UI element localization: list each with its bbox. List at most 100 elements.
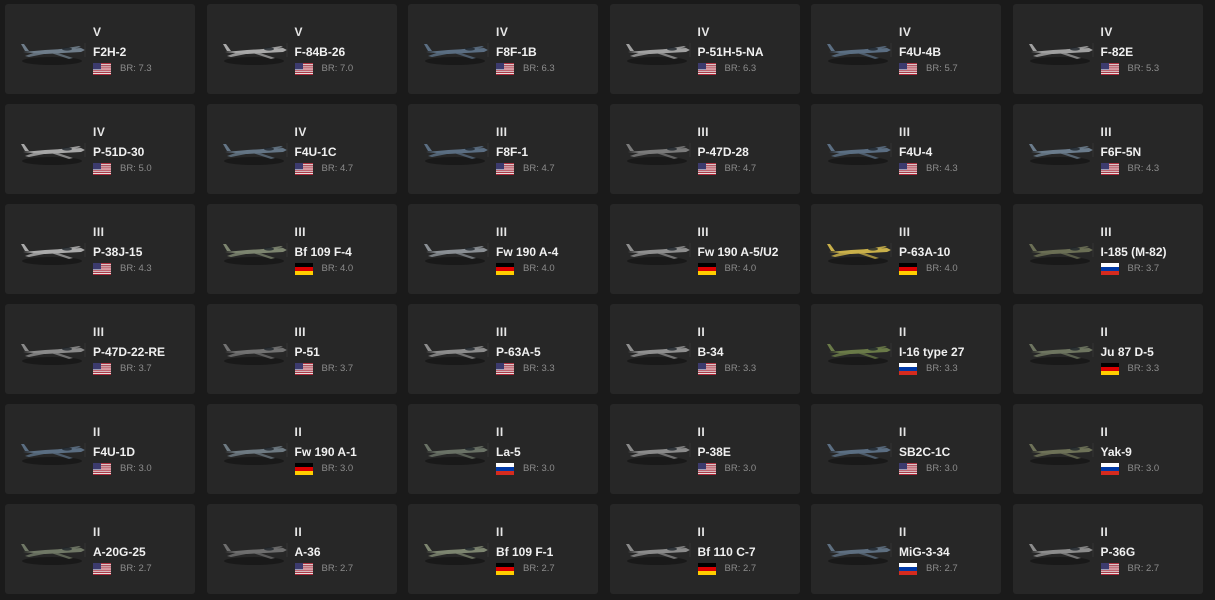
vehicle-card[interactable]: II P-36G BR: 2.7 <box>1012 504 1203 594</box>
aircraft-icon <box>418 530 492 570</box>
vehicle-name: I-16 type 27 <box>899 345 965 359</box>
vehicle-card[interactable]: II Yak-9 BR: 3.0 <box>1012 404 1203 494</box>
vehicle-rank: II <box>697 325 706 339</box>
vehicle-card[interactable]: II B-34 BR: 3.3 <box>609 304 800 394</box>
vehicle-name: A-20G-25 <box>93 545 146 559</box>
vehicle-card[interactable]: II La-5 BR: 3.0 <box>408 404 598 494</box>
vehicle-card[interactable]: III P-63A-10 BR: 4.0 <box>811 204 1001 294</box>
vehicle-card[interactable]: III Fw 190 A-4 BR: 4.0 <box>408 204 598 294</box>
usa-flag-icon <box>93 162 111 175</box>
vehicle-card[interactable]: III Bf 109 F-4 BR: 4.0 <box>206 204 397 294</box>
battle-rating: BR: 2.7 <box>926 563 958 574</box>
vehicle-card[interactable]: IV P-51D-30 BR: 5.0 <box>5 104 195 194</box>
vehicle-rank: III <box>294 325 307 339</box>
vehicle-rank: III <box>496 225 508 239</box>
vehicle-rank: III <box>899 125 911 139</box>
vehicle-name: F2H-2 <box>93 45 127 59</box>
battle-rating: BR: 5.0 <box>120 163 152 174</box>
vehicle-card[interactable]: III P-47D-28 BR: 4.7 <box>609 104 800 194</box>
aircraft-icon <box>217 30 291 70</box>
vehicle-rank: III <box>1100 125 1113 139</box>
vehicle-name: F4U-1D <box>93 445 136 459</box>
vehicle-rank: II <box>294 525 303 539</box>
vehicle-rank: III <box>1100 225 1113 239</box>
vehicle-card[interactable]: II Ju 87 D-5 BR: 3.3 <box>1012 304 1203 394</box>
aircraft-icon <box>418 430 492 470</box>
vehicle-name: F-82E <box>1100 45 1134 59</box>
vehicle-card[interactable]: III F6F-5N BR: 4.3 <box>1012 104 1203 194</box>
vehicle-card[interactable]: III I-185 (M-82) BR: 3.7 <box>1012 204 1203 294</box>
vehicle-rank: II <box>899 525 907 539</box>
aircraft-icon <box>15 430 89 470</box>
usa-flag-icon <box>93 462 111 475</box>
vehicle-card[interactable]: II Bf 109 F-1 BR: 2.7 <box>408 504 598 594</box>
usa-flag-icon <box>697 362 716 375</box>
aircraft-icon <box>821 30 895 70</box>
vehicle-card[interactable]: II Bf 110 C-7 BR: 2.7 <box>609 504 800 594</box>
vehicle-card[interactable]: II MiG-3-34 BR: 2.7 <box>811 504 1001 594</box>
battle-rating: BR: 5.7 <box>926 63 958 74</box>
aircraft-icon <box>15 30 89 70</box>
vehicle-rank: V <box>294 25 304 39</box>
usa-flag-icon <box>1100 62 1119 75</box>
vehicle-card[interactable]: III P-51 BR: 3.7 <box>206 304 397 394</box>
battle-rating: BR: 3.3 <box>926 363 958 374</box>
vehicle-card[interactable]: II Fw 190 A-1 BR: 3.0 <box>206 404 397 494</box>
aircraft-icon <box>620 430 694 470</box>
usa-flag-icon <box>697 62 716 75</box>
battle-rating: BR: 2.7 <box>321 563 354 574</box>
vehicle-rank: III <box>899 225 911 239</box>
battle-rating: BR: 3.0 <box>724 463 757 474</box>
vehicle-card[interactable]: V F2H-2 BR: 7.3 <box>5 4 195 94</box>
vehicle-rank: II <box>1100 425 1109 439</box>
vehicle-card[interactable]: IV F4U-4B BR: 5.7 <box>811 4 1001 94</box>
battle-rating: BR: 3.3 <box>724 363 757 374</box>
vehicle-card[interactable]: III P-63A-5 BR: 3.3 <box>408 304 598 394</box>
vehicle-rank: II <box>697 425 706 439</box>
usa-flag-icon <box>294 362 313 375</box>
vehicle-card[interactable]: III P-38J-15 BR: 4.3 <box>5 204 195 294</box>
vehicle-name: P-51 <box>294 345 320 359</box>
battle-rating: BR: 4.7 <box>724 163 757 174</box>
battle-rating: BR: 3.0 <box>1127 463 1160 474</box>
battle-rating: BR: 4.0 <box>926 263 958 274</box>
vehicle-card[interactable]: IV F4U-1C BR: 4.7 <box>206 104 397 194</box>
battle-rating: BR: 5.3 <box>1127 63 1160 74</box>
vehicle-name: F-84B-26 <box>294 45 346 59</box>
vehicle-card[interactable]: II I-16 type 27 BR: 3.3 <box>811 304 1001 394</box>
vehicle-name: F6F-5N <box>1100 145 1142 159</box>
germany-flag-icon <box>496 562 514 575</box>
vehicle-card[interactable]: III F4U-4 BR: 4.3 <box>811 104 1001 194</box>
aircraft-icon <box>418 230 492 270</box>
battle-rating: BR: 4.3 <box>1127 163 1160 174</box>
vehicle-card[interactable]: II A-20G-25 BR: 2.7 <box>5 504 195 594</box>
vehicle-card[interactable]: IV F8F-1B BR: 6.3 <box>408 4 598 94</box>
usa-flag-icon <box>496 162 514 175</box>
usa-flag-icon <box>899 462 917 475</box>
vehicle-name: F4U-4B <box>899 45 942 59</box>
usa-flag-icon <box>496 362 514 375</box>
usa-flag-icon <box>1100 562 1119 575</box>
aircraft-icon <box>418 130 492 170</box>
vehicle-card[interactable]: IV F-82E BR: 5.3 <box>1012 4 1203 94</box>
vehicle-card[interactable]: II A-36 BR: 2.7 <box>206 504 397 594</box>
vehicle-card[interactable]: II P-38E BR: 3.0 <box>609 404 800 494</box>
ussr-flag-icon <box>899 562 917 575</box>
vehicle-name: P-47D-22-RE <box>93 345 166 359</box>
vehicle-card[interactable]: IV P-51H-5-NA BR: 6.3 <box>609 4 800 94</box>
battle-rating: BR: 4.0 <box>724 263 757 274</box>
aircraft-icon <box>821 130 895 170</box>
vehicle-card[interactable]: V F-84B-26 BR: 7.0 <box>206 4 397 94</box>
aircraft-icon <box>217 230 291 270</box>
vehicle-card[interactable]: III P-47D-22-RE BR: 3.7 <box>5 304 195 394</box>
vehicle-card[interactable]: III Fw 190 A-5/U2 BR: 4.0 <box>609 204 800 294</box>
aircraft-icon <box>15 530 89 570</box>
aircraft-icon <box>821 530 895 570</box>
vehicle-card[interactable]: III F8F-1 BR: 4.7 <box>408 104 598 194</box>
vehicle-name: P-47D-28 <box>697 145 749 159</box>
vehicle-name: A-36 <box>294 545 321 559</box>
vehicle-name: Fw 190 A-4 <box>496 245 559 259</box>
vehicle-card[interactable]: II SB2C-1C BR: 3.0 <box>811 404 1001 494</box>
vehicle-card[interactable]: II F4U-1D BR: 3.0 <box>5 404 195 494</box>
aircraft-icon <box>1023 130 1097 170</box>
